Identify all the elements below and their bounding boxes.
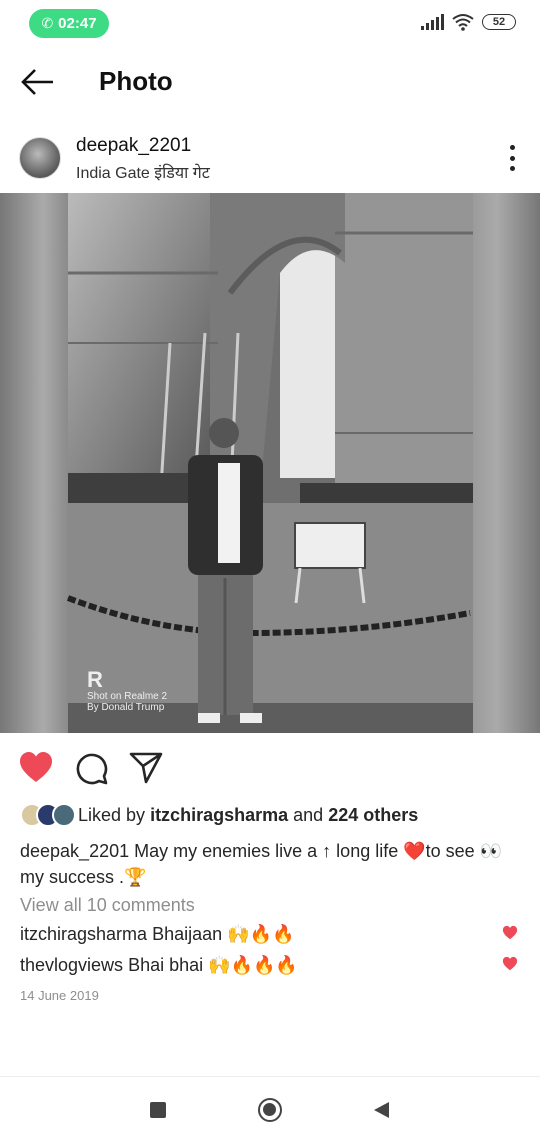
battery-level: 52	[492, 16, 506, 28]
more-vertical-icon[interactable]	[506, 145, 518, 171]
comment-user[interactable]: thevlogviews	[20, 955, 123, 975]
battery-icon: 52	[482, 14, 516, 30]
system-nav-bar	[0, 1076, 540, 1140]
comment-user[interactable]: itzchiragsharma	[20, 924, 147, 944]
likes-middle: and	[293, 804, 324, 825]
post-photo[interactable]: R Shot on Realme 2 By Donald Trump	[0, 193, 540, 733]
photo-watermark: R Shot on Realme 2 By Donald Trump	[87, 667, 168, 714]
heart-filled-icon[interactable]	[502, 925, 518, 941]
signal-icon	[421, 14, 444, 30]
comment-icon[interactable]	[74, 750, 110, 786]
heart-filled-icon[interactable]	[502, 956, 518, 972]
watermark-line1: Shot on Realme 2	[87, 691, 168, 702]
avatar[interactable]	[19, 137, 61, 179]
heart-filled-icon[interactable]	[18, 750, 54, 786]
realme-logo: R	[87, 667, 103, 692]
likes-row[interactable]: Liked by itzchiragsharma and 224 others	[20, 803, 418, 827]
likes-user[interactable]: itzchiragsharma	[150, 805, 288, 826]
photo-illustration	[66, 193, 473, 733]
comment-text: Bhai bhai 🙌🔥🔥🔥	[128, 955, 298, 975]
post-location[interactable]: India Gate इंडिया गेट	[76, 161, 210, 183]
comment-item: thevlogviews Bhai bhai 🙌🔥🔥🔥	[20, 955, 500, 976]
app-header: Photo	[0, 55, 540, 111]
comment-text: Bhaijaan 🙌🔥🔥	[152, 924, 295, 944]
ongoing-call-pill[interactable]: ✆ 02:47	[29, 9, 109, 38]
page-title: Photo	[99, 66, 173, 96]
home-circle-icon[interactable]	[257, 1097, 283, 1123]
likes-prefix: Liked by	[78, 804, 146, 825]
post-header: deepak_2201 India Gate इंडिया गेट	[0, 130, 540, 188]
recents-square-icon[interactable]	[145, 1097, 171, 1123]
comment-item: itzchiragsharma Bhaijaan 🙌🔥🔥	[20, 924, 500, 945]
post-actions	[0, 750, 540, 790]
send-icon[interactable]	[128, 750, 164, 786]
post-caption: deepak_2201 May my enemies live a ↑ long…	[20, 838, 525, 890]
status-bar: ✆ 02:47 52	[0, 0, 540, 48]
view-all-comments-link[interactable]: View all 10 comments	[20, 895, 195, 916]
watermark-line2: By Donald Trump	[87, 702, 165, 713]
post-date: 14 June 2019	[20, 988, 99, 1003]
caption-user[interactable]: deepak_2201	[20, 841, 129, 861]
likes-others[interactable]: 224 others	[328, 805, 418, 826]
arrow-left-icon[interactable]	[20, 67, 56, 97]
back-triangle-icon[interactable]	[368, 1097, 394, 1123]
avatar	[52, 803, 76, 827]
liker-avatars	[20, 803, 76, 827]
call-time: 02:47	[58, 15, 97, 32]
wifi-icon	[452, 14, 474, 31]
status-icons: 52	[421, 13, 516, 31]
post-username[interactable]: deepak_2201	[76, 135, 191, 157]
phone-icon: ✆	[41, 15, 54, 31]
